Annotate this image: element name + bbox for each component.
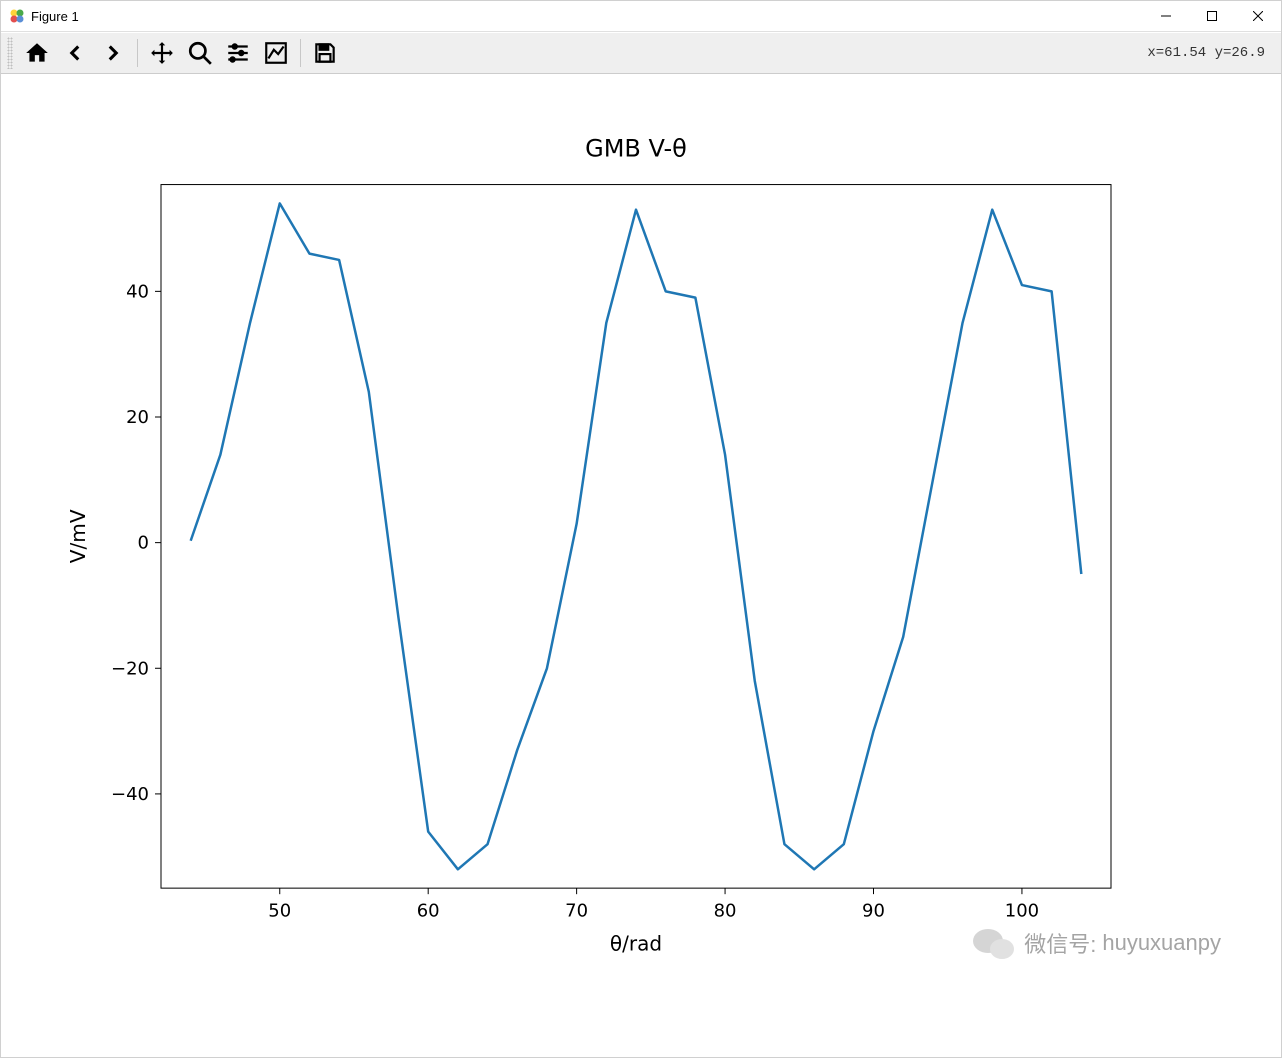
arrow-left-icon bbox=[62, 40, 88, 66]
window-title: Figure 1 bbox=[31, 9, 79, 24]
x-axis-label: θ/rad bbox=[610, 931, 662, 955]
move-icon bbox=[149, 40, 175, 66]
window-controls bbox=[1143, 1, 1281, 31]
chart-canvas[interactable]: 50 60 70 80 90 100 −40 −20 0 20 40 GMB V-θ θ/rad V/mV… bbox=[1, 74, 1281, 1057]
save-icon bbox=[312, 40, 338, 66]
cursor-coords: x=61.54 y=26.9 bbox=[1147, 45, 1275, 61]
x-tick-label: 50 bbox=[268, 900, 291, 921]
y-axis-label: V/mV bbox=[66, 509, 90, 563]
home-icon bbox=[24, 40, 50, 66]
chart-svg: 50 60 70 80 90 100 −40 −20 0 20 40 GMB V-θ θ/rad V/mV bbox=[1, 74, 1281, 1057]
home-button[interactable] bbox=[19, 35, 55, 71]
toolbar-separator bbox=[137, 39, 138, 67]
edit-axis-button[interactable] bbox=[258, 35, 294, 71]
data-line bbox=[191, 203, 1082, 869]
y-tick-label: −40 bbox=[111, 784, 149, 805]
arrow-right-icon bbox=[100, 40, 126, 66]
y-tick-label: 0 bbox=[138, 533, 149, 554]
figure-window: Figure 1 bbox=[0, 0, 1282, 1058]
maximize-button[interactable] bbox=[1189, 1, 1235, 31]
toolbar-grip bbox=[7, 37, 13, 69]
y-tick-label: 40 bbox=[126, 281, 149, 302]
x-tick-label: 60 bbox=[417, 900, 440, 921]
search-icon bbox=[187, 40, 213, 66]
toolbar-separator bbox=[300, 39, 301, 67]
x-tick-label: 70 bbox=[565, 900, 588, 921]
y-tick-label: 20 bbox=[126, 407, 149, 428]
chart-line-icon bbox=[263, 40, 289, 66]
save-button[interactable] bbox=[307, 35, 343, 71]
titlebar: Figure 1 bbox=[1, 1, 1281, 32]
zoom-button[interactable] bbox=[182, 35, 218, 71]
close-button[interactable] bbox=[1235, 1, 1281, 31]
plot-box bbox=[161, 185, 1111, 889]
titlebar-left: Figure 1 bbox=[9, 8, 79, 24]
x-tick-label: 80 bbox=[714, 900, 737, 921]
minimize-button[interactable] bbox=[1143, 1, 1189, 31]
python-app-icon bbox=[9, 8, 25, 24]
back-button[interactable] bbox=[57, 35, 93, 71]
pan-button[interactable] bbox=[144, 35, 180, 71]
sliders-icon bbox=[225, 40, 251, 66]
y-tick-label: −20 bbox=[111, 658, 149, 679]
forward-button[interactable] bbox=[95, 35, 131, 71]
x-tick-label: 90 bbox=[862, 900, 885, 921]
x-tick-label: 100 bbox=[1005, 900, 1039, 921]
configure-subplots-button[interactable] bbox=[220, 35, 256, 71]
matplotlib-toolbar: x=61.54 y=26.9 bbox=[1, 32, 1281, 74]
chart-title: GMB V-θ bbox=[585, 134, 687, 162]
